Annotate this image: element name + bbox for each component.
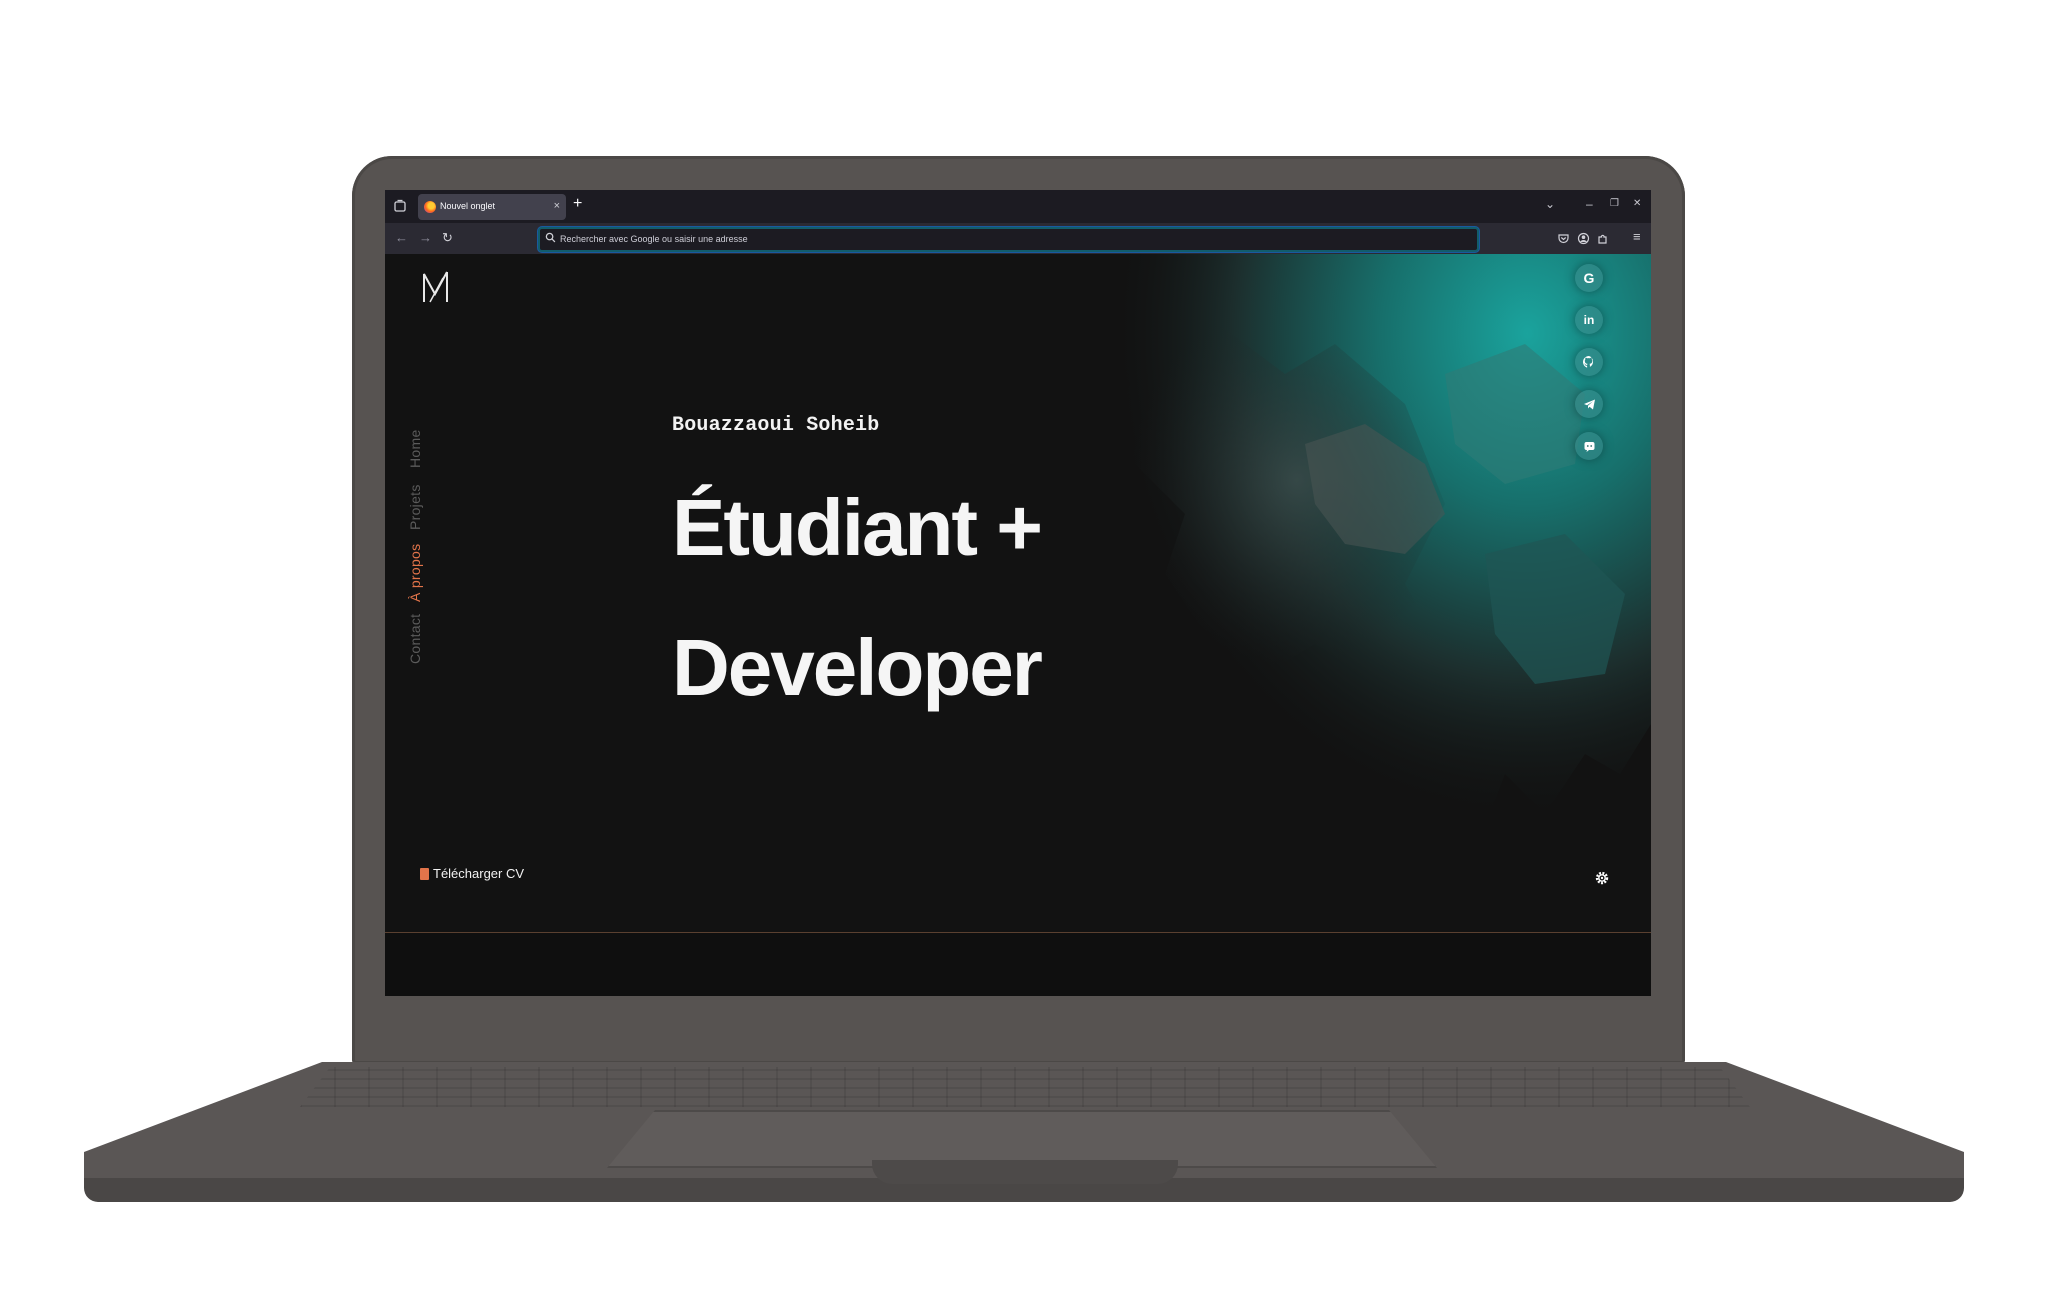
- firefox-view-icon[interactable]: [393, 199, 407, 213]
- file-icon: [420, 867, 429, 880]
- minimize-button[interactable]: –: [1586, 197, 1593, 211]
- github-glyph: [1582, 355, 1593, 368]
- browser-tab-bar: Nouvel onglet × + ⌄ – ❐ ✕: [385, 190, 1651, 223]
- laptop-screen: Nouvel onglet × + ⌄ – ❐ ✕ ← → ↻ Recherch…: [385, 190, 1651, 996]
- reload-button[interactable]: ↻: [442, 230, 453, 246]
- restore-button[interactable]: ❐: [1610, 198, 1619, 209]
- menu-icon[interactable]: ≡: [1633, 229, 1641, 244]
- telegram-icon[interactable]: [1575, 390, 1603, 418]
- site-logo[interactable]: [421, 270, 451, 304]
- nav-contact[interactable]: Contact: [407, 614, 423, 664]
- vertical-nav: Home Projets À propos Contact: [407, 354, 437, 664]
- nav-projets[interactable]: Projets: [407, 484, 423, 530]
- browser-tab[interactable]: Nouvel onglet ×: [418, 194, 566, 220]
- extensions-icon[interactable]: [1596, 232, 1609, 245]
- next-section-preview: [385, 933, 1651, 996]
- social-links: G in: [1575, 264, 1621, 464]
- github-icon[interactable]: [1575, 348, 1603, 376]
- account-icon[interactable]: [1577, 232, 1590, 245]
- search-icon: [545, 232, 556, 243]
- hero-title-line-1: Étudiant +: [672, 483, 1043, 572]
- google-icon[interactable]: G: [1575, 264, 1603, 292]
- discord-icon[interactable]: [1575, 432, 1603, 460]
- hero-background-art: [885, 254, 1651, 934]
- download-cv-button[interactable]: Télécharger CV: [420, 866, 524, 881]
- settings-gear-icon[interactable]: [1594, 870, 1610, 886]
- url-bar[interactable]: [538, 227, 1479, 252]
- close-window-button[interactable]: ✕: [1633, 198, 1641, 209]
- telegram-glyph: [1583, 399, 1595, 409]
- browser-nav-bar: ← → ↻ ≡: [385, 223, 1651, 254]
- forward-button[interactable]: →: [419, 230, 432, 245]
- hero-name: Bouazzaoui Soheib: [672, 414, 880, 437]
- laptop-front-notch: [872, 1160, 1178, 1184]
- linkedin-icon[interactable]: in: [1575, 306, 1603, 334]
- discord-glyph: [1584, 441, 1594, 452]
- url-input[interactable]: [560, 231, 1460, 246]
- firefox-icon: [424, 201, 436, 213]
- nav-a-propos[interactable]: À propos: [407, 544, 423, 602]
- keyboard: [300, 1067, 1750, 1107]
- download-cv-label: Télécharger CV: [433, 866, 525, 881]
- pocket-icon[interactable]: [1557, 232, 1570, 245]
- new-tab-button[interactable]: +: [573, 195, 582, 213]
- tab-close-icon[interactable]: ×: [554, 200, 560, 212]
- tab-title: Nouvel onglet: [440, 201, 496, 211]
- list-all-tabs-icon[interactable]: ⌄: [1545, 197, 1555, 211]
- back-button[interactable]: ←: [395, 230, 408, 245]
- google-glyph: G: [1583, 270, 1595, 286]
- nav-home[interactable]: Home: [407, 429, 423, 468]
- hero-title-line-2: Developer: [672, 623, 1043, 712]
- linkedin-glyph: in: [1583, 313, 1595, 327]
- portfolio-page: Home Projets À propos Contact Bouazzaoui…: [385, 254, 1651, 996]
